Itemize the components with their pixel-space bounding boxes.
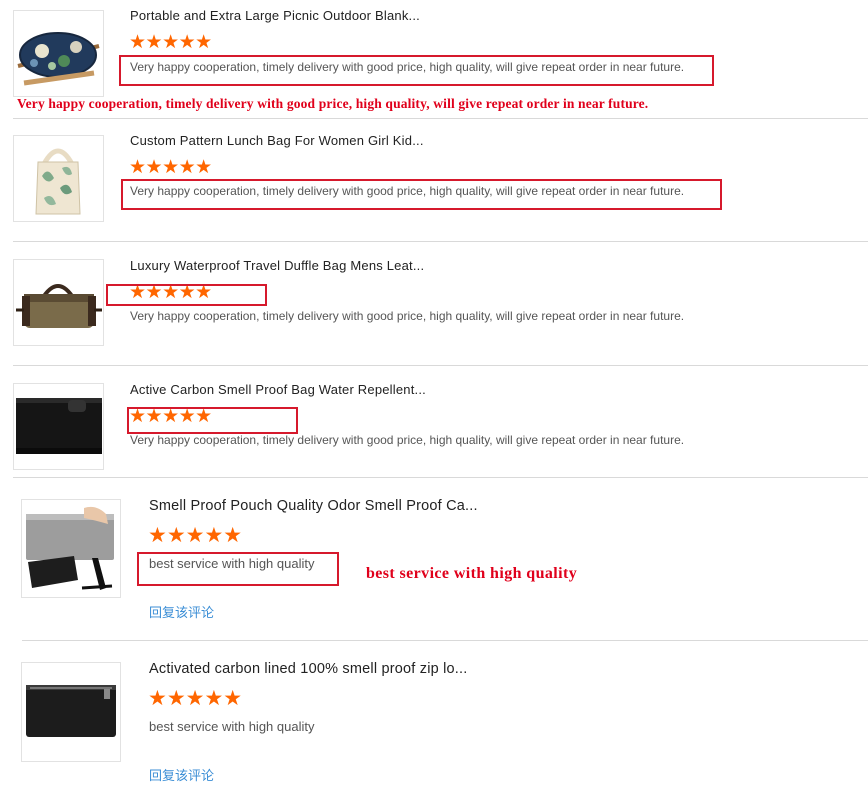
product-title[interactable]: Custom Pattern Lunch Bag For Women Girl …: [130, 133, 424, 148]
annotation-text: best service with high quality: [366, 565, 578, 582]
product-thumbnail[interactable]: [13, 383, 104, 470]
lunch-bag-image: [14, 136, 103, 221]
product-title[interactable]: Active Carbon Smell Proof Bag Water Repe…: [130, 382, 426, 397]
reply-comment-link[interactable]: 回复该评论: [149, 602, 214, 621]
travel-duffle-image: [14, 260, 103, 345]
annotation-text: Very happy cooperation, timely delivery …: [17, 96, 649, 111]
divider: [13, 241, 868, 242]
smell-proof-pouch-image: [22, 500, 120, 597]
review-comment: Very happy cooperation, timely delivery …: [130, 433, 685, 447]
product-thumbnail[interactable]: [13, 10, 104, 97]
product-title[interactable]: Smell Proof Pouch Quality Odor Smell Pro…: [149, 498, 478, 514]
highlight-box: [137, 552, 339, 586]
star-rating: ★★★★★: [129, 32, 212, 53]
zip-pouch-image: [22, 663, 120, 761]
highlight-box: [119, 55, 714, 86]
divider: [13, 365, 868, 366]
highlight-box: [127, 407, 298, 434]
divider: [13, 477, 868, 478]
product-thumbnail[interactable]: [21, 662, 121, 762]
product-thumbnail[interactable]: [21, 499, 121, 598]
product-thumbnail[interactable]: [13, 259, 104, 346]
star-rating: ★★★★★: [129, 157, 212, 178]
product-title[interactable]: Luxury Waterproof Travel Duffle Bag Mens…: [130, 258, 424, 273]
product-title[interactable]: Portable and Extra Large Picnic Outdoor …: [130, 8, 420, 23]
star-rating: ★★★★★: [148, 524, 243, 547]
smell-proof-bag-image: [14, 384, 103, 469]
duffel-bag-image: [14, 11, 103, 96]
divider: [22, 640, 868, 641]
review-comment: Very happy cooperation, timely delivery …: [130, 309, 685, 323]
highlight-box: [121, 179, 722, 210]
divider: [13, 118, 868, 119]
reply-comment-link[interactable]: 回复该评论: [149, 765, 214, 784]
review-comment: best service with high quality: [149, 719, 315, 734]
product-title[interactable]: Activated carbon lined 100% smell proof …: [149, 661, 468, 677]
highlight-box: [106, 284, 267, 306]
star-rating: ★★★★★: [148, 687, 243, 710]
product-thumbnail[interactable]: [13, 135, 104, 222]
